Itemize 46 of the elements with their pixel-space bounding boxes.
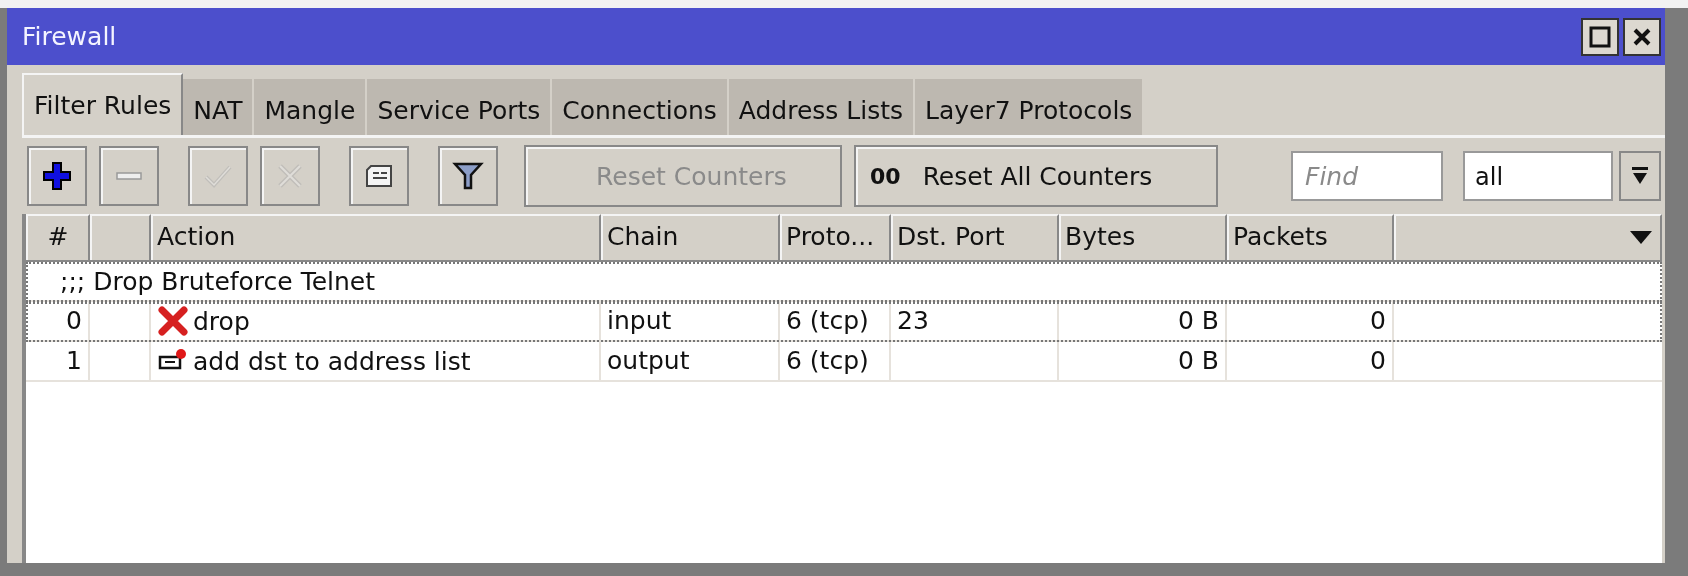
filter-button[interactable] [438, 146, 498, 206]
filter-icon [452, 160, 484, 192]
table-cell: 0 [1227, 342, 1394, 380]
column-header[interactable]: # [26, 214, 90, 260]
table-cell: input [601, 302, 780, 340]
reset-all-counters-button[interactable]: 00 Reset All Counters [854, 145, 1218, 207]
comment-button[interactable] [349, 146, 409, 206]
cross-icon [157, 305, 189, 337]
table-cell: 0 B [1059, 342, 1227, 380]
tab[interactable]: Service Ports [367, 79, 553, 135]
plus-icon [41, 160, 73, 192]
table-cell: 1 [26, 342, 90, 380]
close-button[interactable] [1623, 17, 1661, 56]
tab[interactable]: Filter Rules [22, 73, 184, 135]
column-header[interactable]: Dst. Port [891, 214, 1059, 260]
table-cell: 6 (tcp) [780, 302, 891, 340]
table-cell: 0 B [1059, 302, 1227, 340]
tab[interactable]: Mangle [254, 79, 368, 135]
table-cell: add dst to address list [193, 346, 471, 376]
table-cell: 0 [1227, 302, 1394, 340]
table-cell: 23 [897, 306, 929, 335]
window-title: Firewall [22, 22, 117, 51]
add-button[interactable] [27, 146, 87, 206]
column-header[interactable]: Bytes [1059, 214, 1227, 260]
column-header[interactable]: Proto... [780, 214, 891, 260]
maximize-icon [1588, 24, 1612, 49]
maximize-button[interactable] [1581, 17, 1619, 56]
table-cell: 0 [26, 302, 90, 340]
remove-button[interactable] [99, 146, 159, 206]
column-header[interactable]: Chain [601, 214, 780, 260]
dropdown-button[interactable] [1619, 151, 1661, 201]
table-cell: drop [193, 306, 250, 336]
minus-icon [116, 172, 142, 180]
tab[interactable]: Address Lists [728, 79, 916, 135]
column-header[interactable]: Packets [1227, 214, 1394, 260]
rule-comment: ;;; Drop Bruteforce Telnet [60, 266, 376, 296]
column-header[interactable]: Action [151, 214, 601, 260]
table-cell: output [601, 342, 780, 380]
tab[interactable]: Connections [552, 79, 729, 135]
scope-select[interactable]: all [1463, 151, 1613, 201]
tab[interactable]: NAT [183, 79, 255, 135]
column-header[interactable] [90, 214, 151, 260]
find-field[interactable]: Find [1291, 151, 1443, 201]
tab[interactable]: Layer7 Protocols [915, 79, 1145, 135]
table-cell: 6 (tcp) [780, 342, 891, 380]
column-menu-icon[interactable] [1630, 231, 1652, 245]
